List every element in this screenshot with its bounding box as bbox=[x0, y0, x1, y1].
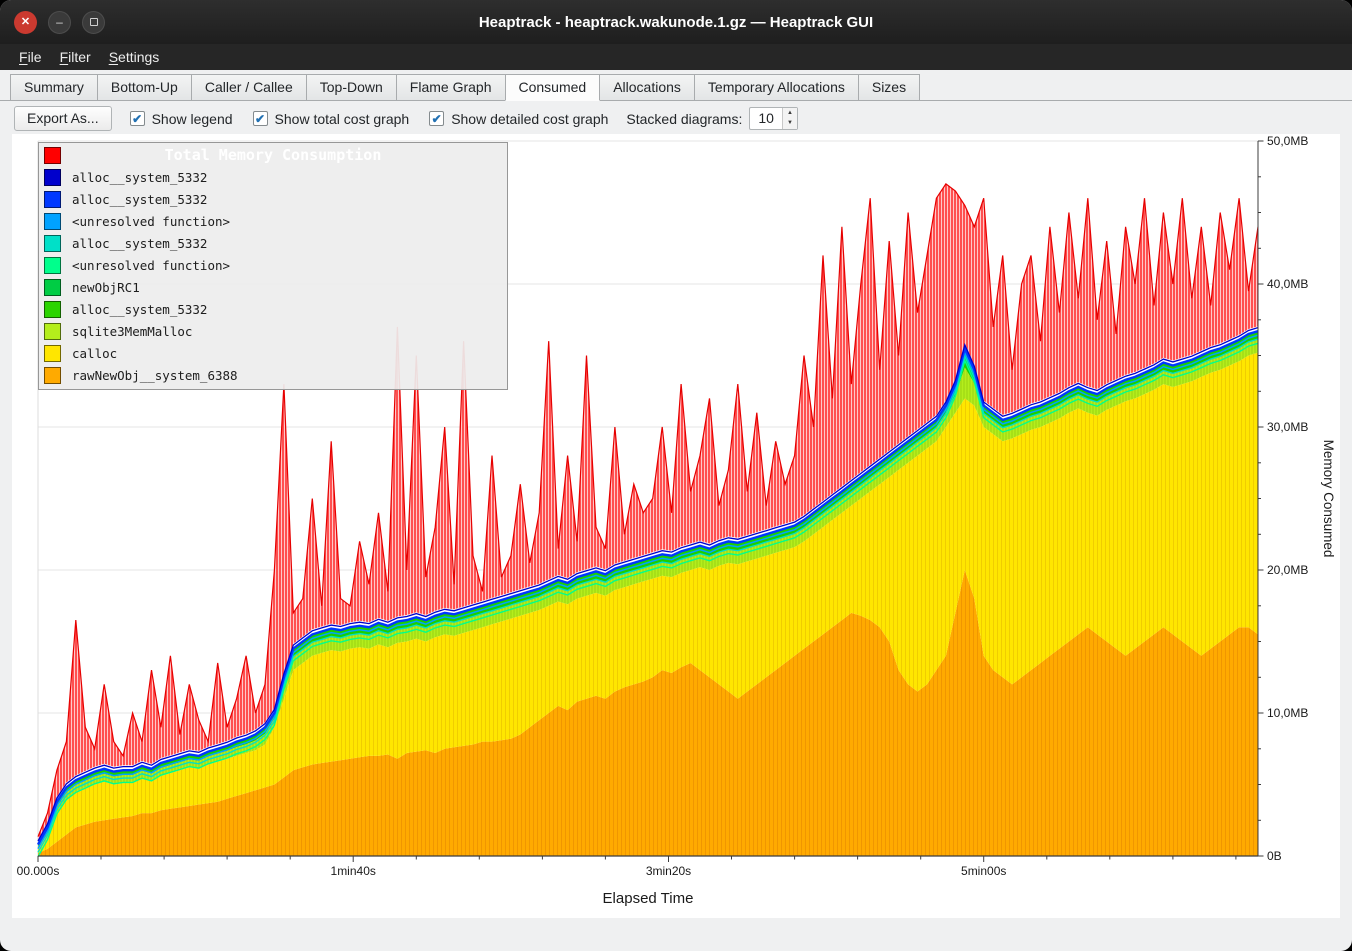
y-axis-title: Memory Consumed bbox=[1321, 440, 1336, 558]
legend-entry: newObjRC1 bbox=[39, 276, 507, 298]
spin-up-icon[interactable]: ▲ bbox=[783, 109, 797, 118]
legend-entry-label: alloc__system_5332 bbox=[72, 236, 207, 251]
checkbox-label: Show total cost graph bbox=[275, 111, 410, 127]
tab-consumed[interactable]: Consumed bbox=[505, 74, 601, 101]
legend-entry-label: <unresolved function> bbox=[72, 258, 230, 273]
window-controls: ✕ – bbox=[14, 0, 105, 44]
stacked-areas bbox=[38, 331, 1258, 856]
legend-swatch bbox=[44, 323, 61, 340]
tab-bar: SummaryBottom-UpCaller / CalleeTop-DownF… bbox=[0, 70, 1352, 101]
checkbox-show-legend[interactable]: ✔ Show legend bbox=[130, 111, 233, 127]
x-axis-title: Elapsed Time bbox=[603, 890, 694, 907]
tab-bottom-up[interactable]: Bottom-Up bbox=[97, 74, 192, 101]
tab-temporary-allocations[interactable]: Temporary Allocations bbox=[694, 74, 859, 101]
heaptrack-window: ✕ – Heaptrack - heaptrack.wakunode.1.gz … bbox=[0, 0, 1352, 951]
titlebar: ✕ – Heaptrack - heaptrack.wakunode.1.gz … bbox=[0, 0, 1352, 44]
legend-swatch bbox=[44, 213, 61, 230]
stacked-diagrams-control: Stacked diagrams: 10 ▲ ▼ bbox=[626, 107, 797, 130]
legend-entry-label: alloc__system_5332 bbox=[72, 192, 207, 207]
legend-entry: sqlite3MemMalloc bbox=[39, 320, 507, 342]
svg-text:20,0MB: 20,0MB bbox=[1267, 563, 1308, 577]
checkbox-show-total-cost-graph[interactable]: ✔ Show total cost graph bbox=[253, 111, 410, 127]
legend-entry: rawNewObj__system_6388 bbox=[39, 364, 507, 386]
checkbox-label: Show detailed cost graph bbox=[451, 111, 608, 127]
svg-text:50,0MB: 50,0MB bbox=[1267, 134, 1308, 148]
checkbox-check-icon: ✔ bbox=[429, 111, 444, 126]
checkbox-label: Show legend bbox=[152, 111, 233, 127]
minimize-button[interactable]: – bbox=[48, 11, 71, 34]
checkbox-check-icon: ✔ bbox=[130, 111, 145, 126]
toolbar: Export As... ✔ Show legend ✔ Show total cos… bbox=[0, 101, 1352, 135]
legend-swatch bbox=[44, 191, 61, 208]
legend-entry-label: alloc__system_5332 bbox=[72, 170, 207, 185]
menu-file[interactable]: File bbox=[10, 46, 51, 68]
legend-entry-label: rawNewObj__system_6388 bbox=[72, 368, 238, 383]
legend-title: Total Memory Consumption bbox=[39, 146, 507, 164]
checkbox-check-icon: ✔ bbox=[253, 111, 268, 126]
tab-summary[interactable]: Summary bbox=[10, 74, 98, 101]
legend-swatch bbox=[44, 169, 61, 186]
tab-top-down[interactable]: Top-Down bbox=[306, 74, 397, 101]
legend-entry: alloc__system_5332 bbox=[39, 188, 507, 210]
export-as-button[interactable]: Export As... bbox=[14, 106, 112, 131]
spin-down-icon[interactable]: ▼ bbox=[783, 119, 797, 128]
minimize-icon: – bbox=[56, 16, 63, 28]
legend-swatch bbox=[44, 301, 61, 318]
menubar: FileFilterSettings bbox=[0, 44, 1352, 70]
stacked-diagrams-label: Stacked diagrams: bbox=[626, 111, 742, 127]
legend-entry-label: calloc bbox=[72, 346, 117, 361]
tab-sizes[interactable]: Sizes bbox=[858, 74, 920, 101]
y-axis: 0B 10,0MB 20,0MB 30,0MB 40,0MB 50,0MB Memory C… bbox=[1258, 134, 1336, 863]
svg-text:10,0MB: 10,0MB bbox=[1267, 706, 1308, 720]
legend-entry-label: <unresolved function> bbox=[72, 214, 230, 229]
legend-entry-label: sqlite3MemMalloc bbox=[72, 324, 192, 339]
maximize-icon bbox=[90, 18, 98, 26]
close-button[interactable]: ✕ bbox=[14, 11, 37, 34]
legend-swatch bbox=[44, 279, 61, 296]
window-title: Heaptrack - heaptrack.wakunode.1.gz — He… bbox=[0, 14, 1352, 31]
checkbox-group: ✔ Show legend ✔ Show total cost graph ✔ Show … bbox=[130, 111, 609, 127]
stacked-diagrams-spinbox[interactable]: 10 ▲ ▼ bbox=[749, 107, 798, 130]
tab-caller-callee[interactable]: Caller / Callee bbox=[191, 74, 307, 101]
legend-title-row: Total Memory Consumption bbox=[39, 144, 507, 166]
tab-allocations[interactable]: Allocations bbox=[599, 74, 695, 101]
legend-swatch bbox=[44, 235, 61, 252]
svg-text:0B: 0B bbox=[1267, 849, 1282, 863]
legend-entry-label: alloc__system_5332 bbox=[72, 302, 207, 317]
legend-entry: <unresolved function> bbox=[39, 210, 507, 232]
legend-entry: calloc bbox=[39, 342, 507, 364]
legend-entry: alloc__system_5332 bbox=[39, 232, 507, 254]
legend-entry: <unresolved function> bbox=[39, 254, 507, 276]
legend-swatch bbox=[44, 367, 61, 384]
legend-entry-label: newObjRC1 bbox=[72, 280, 140, 295]
svg-text:00.000s: 00.000s bbox=[17, 864, 60, 878]
x-axis: 00.000s 1min40s 3min20s 5min00s Elapsed Time bbox=[17, 856, 1258, 907]
spinbox-value: 10 bbox=[750, 108, 782, 129]
menu-filter[interactable]: Filter bbox=[51, 46, 100, 68]
svg-text:5min00s: 5min00s bbox=[961, 864, 1006, 878]
close-icon: ✕ bbox=[21, 17, 30, 28]
maximize-button[interactable] bbox=[82, 11, 105, 34]
menu-settings[interactable]: Settings bbox=[100, 46, 169, 68]
svg-text:40,0MB: 40,0MB bbox=[1267, 277, 1308, 291]
chart-legend: Total Memory Consumption alloc__system_53… bbox=[38, 142, 508, 390]
checkbox-show-detailed-cost-graph[interactable]: ✔ Show detailed cost graph bbox=[429, 111, 608, 127]
memory-chart-area: 00.000s 1min40s 3min20s 5min00s Elapsed Time… bbox=[12, 134, 1340, 918]
legend-entry: alloc__system_5332 bbox=[39, 166, 507, 188]
legend-swatch bbox=[44, 345, 61, 362]
svg-text:30,0MB: 30,0MB bbox=[1267, 420, 1308, 434]
tab-flame-graph[interactable]: Flame Graph bbox=[396, 74, 506, 101]
spinbox-arrows[interactable]: ▲ ▼ bbox=[782, 108, 797, 129]
legend-entry: alloc__system_5332 bbox=[39, 298, 507, 320]
svg-text:3min20s: 3min20s bbox=[646, 864, 691, 878]
svg-text:1min40s: 1min40s bbox=[331, 864, 376, 878]
legend-swatch bbox=[44, 257, 61, 274]
